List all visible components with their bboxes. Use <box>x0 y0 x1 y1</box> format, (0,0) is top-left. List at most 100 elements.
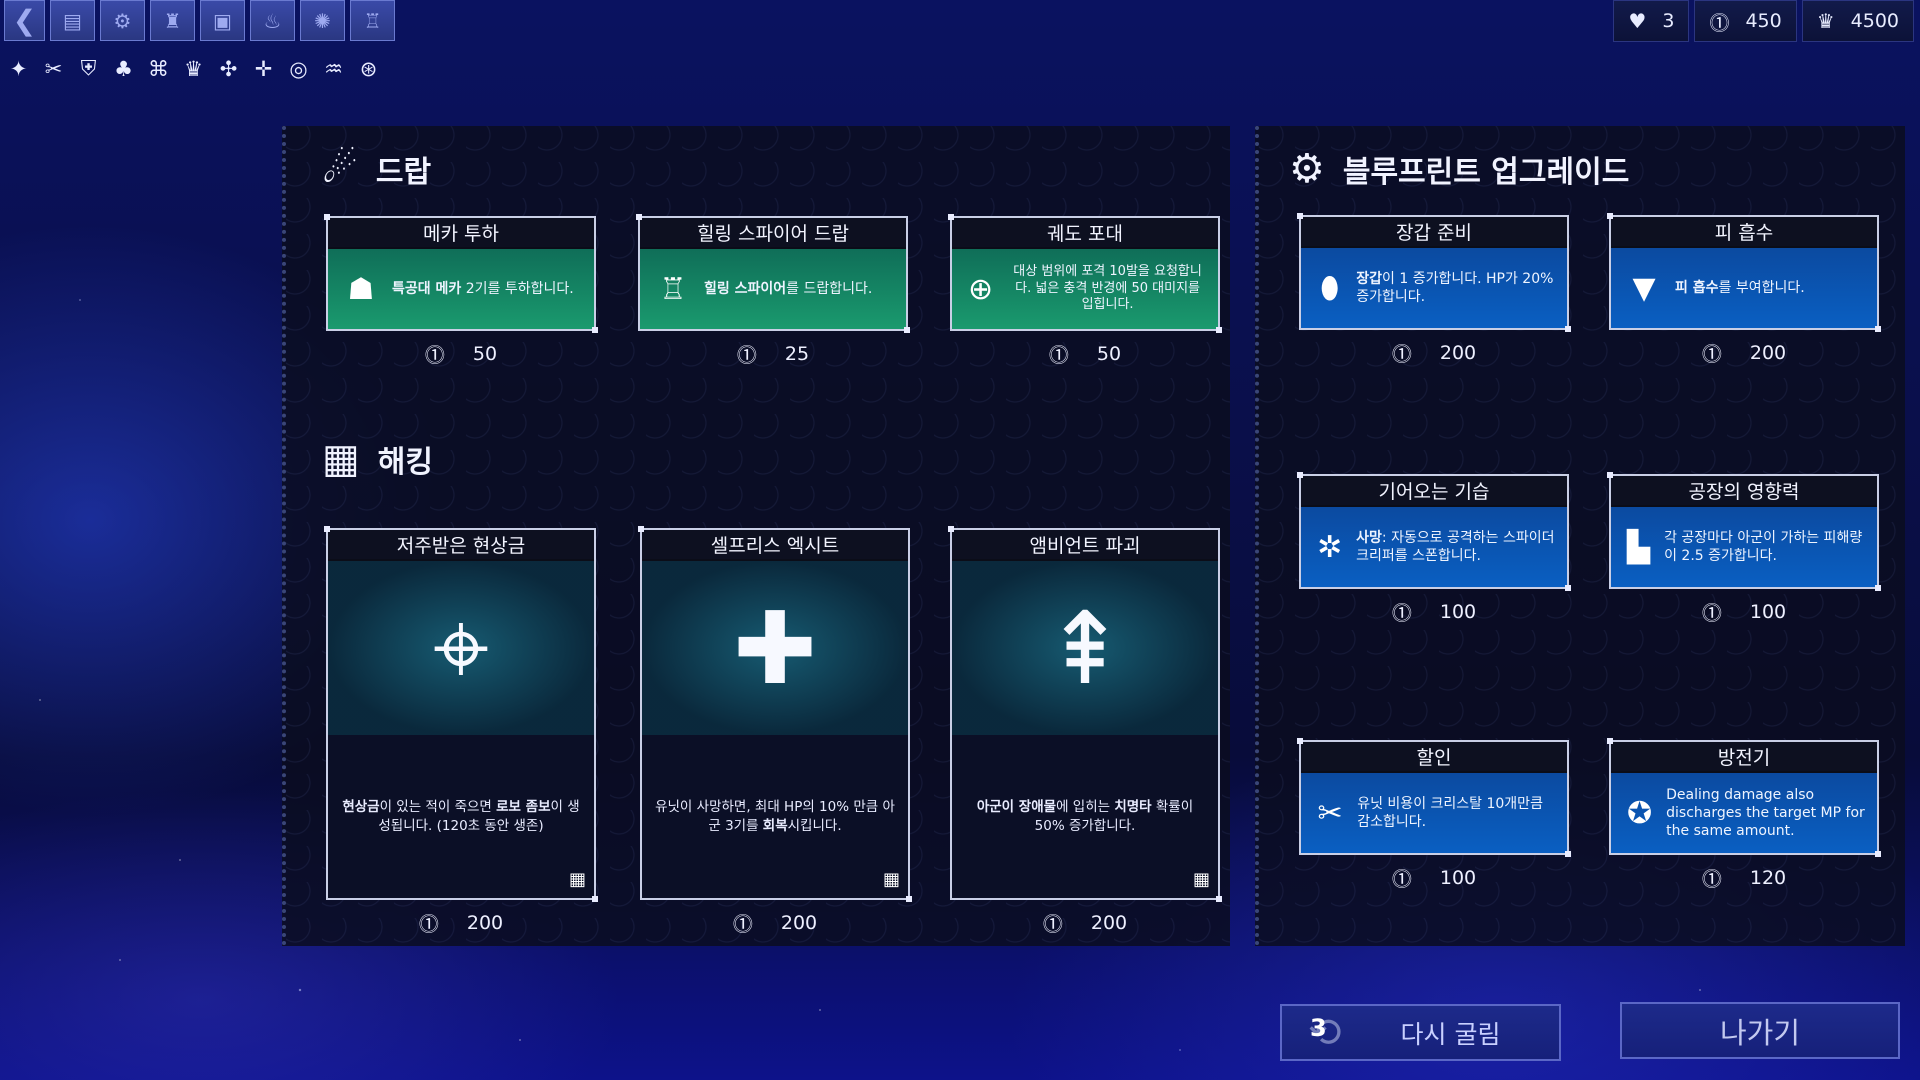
armor-icon: ⬮ <box>1320 270 1340 306</box>
exit-label: 나가기 <box>1719 1015 1801 1050</box>
drop-card-mecha[interactable]: 메카 투하 ☗ 특공대 메카 2기를 투하합니다. ⓵ 50 <box>324 214 598 368</box>
card-price: ⓵ 120 <box>1609 863 1879 892</box>
card-price: ⓵ 50 <box>950 339 1220 368</box>
upgrade-card-factory-influence[interactable]: 공장의 영향력 ▙ 각 공장마다 아군이 가하는 피해량이 2.5 증가합니다. … <box>1607 472 1881 626</box>
spider-icon: ✲ <box>1317 529 1343 565</box>
upgrade-card-discount[interactable]: 할인 ✂ 유닛 비용이 크리스탈 10개만큼 감소합니다. ⓵ 100 <box>1297 738 1571 892</box>
card-title: 메카 투하 <box>328 218 594 249</box>
reroll-count: 3 <box>1310 1014 1327 1042</box>
card-desc: 각 공장마다 아군이 가하는 피해량이 2.5 증가합니다. <box>1664 529 1863 564</box>
card-title: 앰비언트 파괴 <box>952 530 1218 561</box>
card-deck-button[interactable]: ▤ <box>50 0 95 41</box>
ring-icon[interactable]: ◎ <box>284 54 313 83</box>
castle-button[interactable]: ♖ <box>350 0 395 41</box>
card-price: ⓵ 200 <box>326 908 596 937</box>
mech-button[interactable]: ⚙ <box>100 0 145 41</box>
tree-obstacle-icon: ⇞ <box>952 561 1218 735</box>
coin-icon: ⓵ <box>1701 342 1722 366</box>
coin-icon: ⓵ <box>1391 867 1412 891</box>
card-title: 할인 <box>1301 742 1567 773</box>
reroll-label: 다시 굴림 <box>1400 1019 1501 1049</box>
wave-icon[interactable]: ♒ <box>319 54 348 83</box>
plus-arrows-icon[interactable]: ✛ <box>249 54 278 83</box>
card-price: ⓵ 200 <box>1299 338 1569 367</box>
drop-card-orbital-battery[interactable]: 궤도 포대 ⊕ 대상 범위에 포격 10발을 요청합니다. 넓은 충격 반경에 … <box>948 214 1222 368</box>
wrench-icon: ✂ <box>1317 795 1343 831</box>
chip-icon: ▦ <box>882 868 900 890</box>
lives-counter: ♥ 3 <box>1613 0 1690 42</box>
hack-card-cursed-bounty[interactable]: 저주받은 현상금 ⌖ 현상금이 있는 적이 죽으면 로보 좀보이 생성됩니다. … <box>324 526 598 937</box>
factory-button[interactable]: ▣ <box>200 0 245 41</box>
crown-icon[interactable]: ♛ <box>179 54 208 83</box>
flame-button[interactable]: ♨ <box>250 0 295 41</box>
card-price: ⓵ 100 <box>1299 863 1569 892</box>
comet-icon: ☄ <box>322 146 358 192</box>
shield-icon[interactable]: ⛨ <box>74 54 103 83</box>
coin-icon: ⓵ <box>1048 343 1069 367</box>
upgrade-card-lifesteal[interactable]: 피 흡수 ▼ 피 흡수를 부여합니다. ⓵ 200 <box>1607 213 1881 367</box>
bounty-target-icon: ⌖ <box>328 561 594 735</box>
card-price: ⓵ 25 <box>638 339 908 368</box>
card-icon: ▤ <box>63 8 82 33</box>
upgrade-card-armor-prep[interactable]: 장갑 준비 ⬮ 장갑이 1 증가합니다. HP가 20% 증가합니다. ⓵ 200 <box>1297 213 1571 367</box>
back-button[interactable]: ❮ <box>4 0 45 41</box>
card-desc: 사망: 자동으로 공격하는 스파이더 크리퍼를 스폰합니다. <box>1356 529 1555 564</box>
drop-card-healing-spire[interactable]: 힐링 스파이어 드랍 ♖ 힐링 스파이어를 드랍합니다. ⓵ 25 <box>636 214 910 368</box>
card-price: ⓵ 200 <box>950 908 1220 937</box>
scissors-icon[interactable]: ✂ <box>39 54 68 83</box>
card-title: 피 흡수 <box>1611 217 1877 248</box>
hacking-section-title: ▦ 해킹 <box>322 436 433 482</box>
drop-section-title: ☄ 드랍 <box>322 146 431 192</box>
coin-icon: ⓵ <box>732 912 753 936</box>
card-price: ⓵ 100 <box>1609 597 1879 626</box>
card-desc: 힐링 스파이어를 드랍합니다. <box>704 280 873 297</box>
card-desc: 유닛이 사망하면, 최대 HP의 10% 만큼 아군 3기를 회복시킵니다. ▦ <box>642 735 908 898</box>
card-desc: 피 흡수를 부여합니다. <box>1675 279 1805 296</box>
heart-icon: ♥ <box>1628 9 1647 33</box>
credits-value: 450 <box>1745 10 1782 32</box>
spire-icon: ♖ <box>659 271 687 307</box>
gear-circle-icon[interactable]: ⊛ <box>354 54 383 83</box>
coin-icon: ⓵ <box>1709 10 1730 35</box>
credits-counter: ⓵ 450 <box>1694 0 1797 42</box>
exit-button[interactable]: 나가기 <box>1620 1002 1900 1059</box>
score-value: 4500 <box>1850 10 1899 32</box>
factory-icon: ▣ <box>213 8 232 33</box>
discharge-icon: ✪ <box>1627 795 1653 831</box>
card-desc: 유닛 비용이 크리스탈 10개만큼 감소합니다. <box>1357 795 1543 830</box>
card-title: 힐링 스파이어 드랍 <box>640 218 906 249</box>
resource-bar: ♥ 3 ⓵ 450 ♛ 4500 <box>1613 0 1914 42</box>
drop-title-label: 드랍 <box>375 155 432 190</box>
cross-arrows-icon[interactable]: ✣ <box>214 54 243 83</box>
globe-icon: ⊕ <box>968 271 994 307</box>
network-icon[interactable]: ♣ <box>109 54 138 83</box>
score-counter: ♛ 4500 <box>1801 0 1914 42</box>
card-price: ⓵ 100 <box>1299 597 1569 626</box>
coin-icon: ⓵ <box>1701 867 1722 891</box>
coin-icon: ⓵ <box>1701 601 1722 625</box>
blueprint-section-title: ⚙ 블루프린트 업그레이드 <box>1289 146 1629 192</box>
card-desc: 아군이 장애물에 입히는 치명타 확률이 50% 증가합니다. ▦ <box>952 735 1218 898</box>
card-title: 기어오는 기습 <box>1301 476 1567 507</box>
reroll-button[interactable]: ⟲ 3 다시 굴림 <box>1280 1004 1561 1061</box>
coin-icon: ⓵ <box>1391 342 1412 366</box>
virus-icon: ✺ <box>314 8 331 33</box>
virus-button[interactable]: ✺ <box>300 0 345 41</box>
card-title: 방전기 <box>1611 742 1877 773</box>
card-desc: 특공대 메카 2기를 투하합니다. <box>392 280 574 297</box>
card-desc: 현상금이 있는 적이 죽으면 로보 좀보이 생성됩니다. (120초 동안 생존… <box>328 735 594 898</box>
card-title: 장갑 준비 <box>1301 217 1567 248</box>
active-upgrades-row: ✦ ✂ ⛨ ♣ ⌘ ♛ ✣ ✛ ◎ ♒ ⊛ <box>4 54 383 83</box>
claw-icon[interactable]: ⌘ <box>144 54 173 83</box>
hack-card-ambient-destruction[interactable]: 앰비언트 파괴 ⇞ 아군이 장애물에 입히는 치명타 확률이 50% 증가합니다… <box>948 526 1222 937</box>
coin-icon: ⓵ <box>736 343 757 367</box>
tower-button[interactable]: ♜ <box>150 0 195 41</box>
upgrade-card-creeping-ambush[interactable]: 기어오는 기습 ✲ 사망: 자동으로 공격하는 스파이더 크리퍼를 스폰합니다. … <box>1297 472 1571 626</box>
card-price: ⓵ 50 <box>326 339 596 368</box>
card-price: ⓵ 200 <box>640 908 910 937</box>
upgrade-card-discharger[interactable]: 방전기 ✪ Dealing damage also discharges the … <box>1607 738 1881 892</box>
emblem-icon[interactable]: ✦ <box>4 54 33 83</box>
hack-card-selfless-exit[interactable]: 셀프리스 엑시트 ✚ 유닛이 사망하면, 최대 HP의 10% 만큼 아군 3기… <box>638 526 912 937</box>
blueprint-panel: ⚙ 블루프린트 업그레이드 장갑 준비 ⬮ 장갑이 1 증가합니다. HP가 20… <box>1255 126 1905 946</box>
crown-icon: ♛ <box>1816 9 1835 33</box>
